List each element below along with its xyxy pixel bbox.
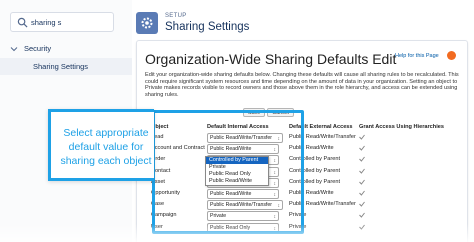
checkmark-icon [359,213,365,219]
sidebar-item-sharing-settings[interactable]: Sharing Settings [0,58,132,75]
instruction-callout: Select appropriate default value for sha… [48,109,154,181]
highlight-frame [152,110,304,234]
chevron-down-icon [10,46,18,51]
description-text: Edit your organization-wide sharing defa… [145,72,459,98]
quick-find-search[interactable] [10,12,114,32]
nav-group-label: Security [24,44,52,53]
checkmark-icon [359,145,365,151]
header-eyebrow: SETUP [165,13,187,19]
quick-find-input[interactable] [31,15,111,29]
checkmark-icon [359,179,365,185]
checkmark-icon [359,157,365,163]
section-heading: Organization-Wide Sharing Defaults Edit [145,51,397,67]
search-icon [17,17,28,28]
help-link[interactable]: Help for this Page [395,53,439,59]
gear-icon [141,17,153,29]
checkmark-icon [359,201,365,207]
bottom-fade [0,224,474,242]
setup-page: Security Sharing Settings SETUP Sharing … [0,0,474,242]
nav-group-security[interactable]: Security [10,44,51,53]
callout-text: Select appropriate default value for sha… [60,127,152,167]
checkmark-icon [359,190,365,196]
checkmark-icon [359,134,365,140]
page-title: Sharing Settings [165,21,250,33]
header-hierarchies: Grant Access Using Hierarchies [359,124,444,130]
help-icon[interactable] [447,51,456,60]
checkmark-icon [359,168,365,174]
setup-badge [136,12,158,34]
